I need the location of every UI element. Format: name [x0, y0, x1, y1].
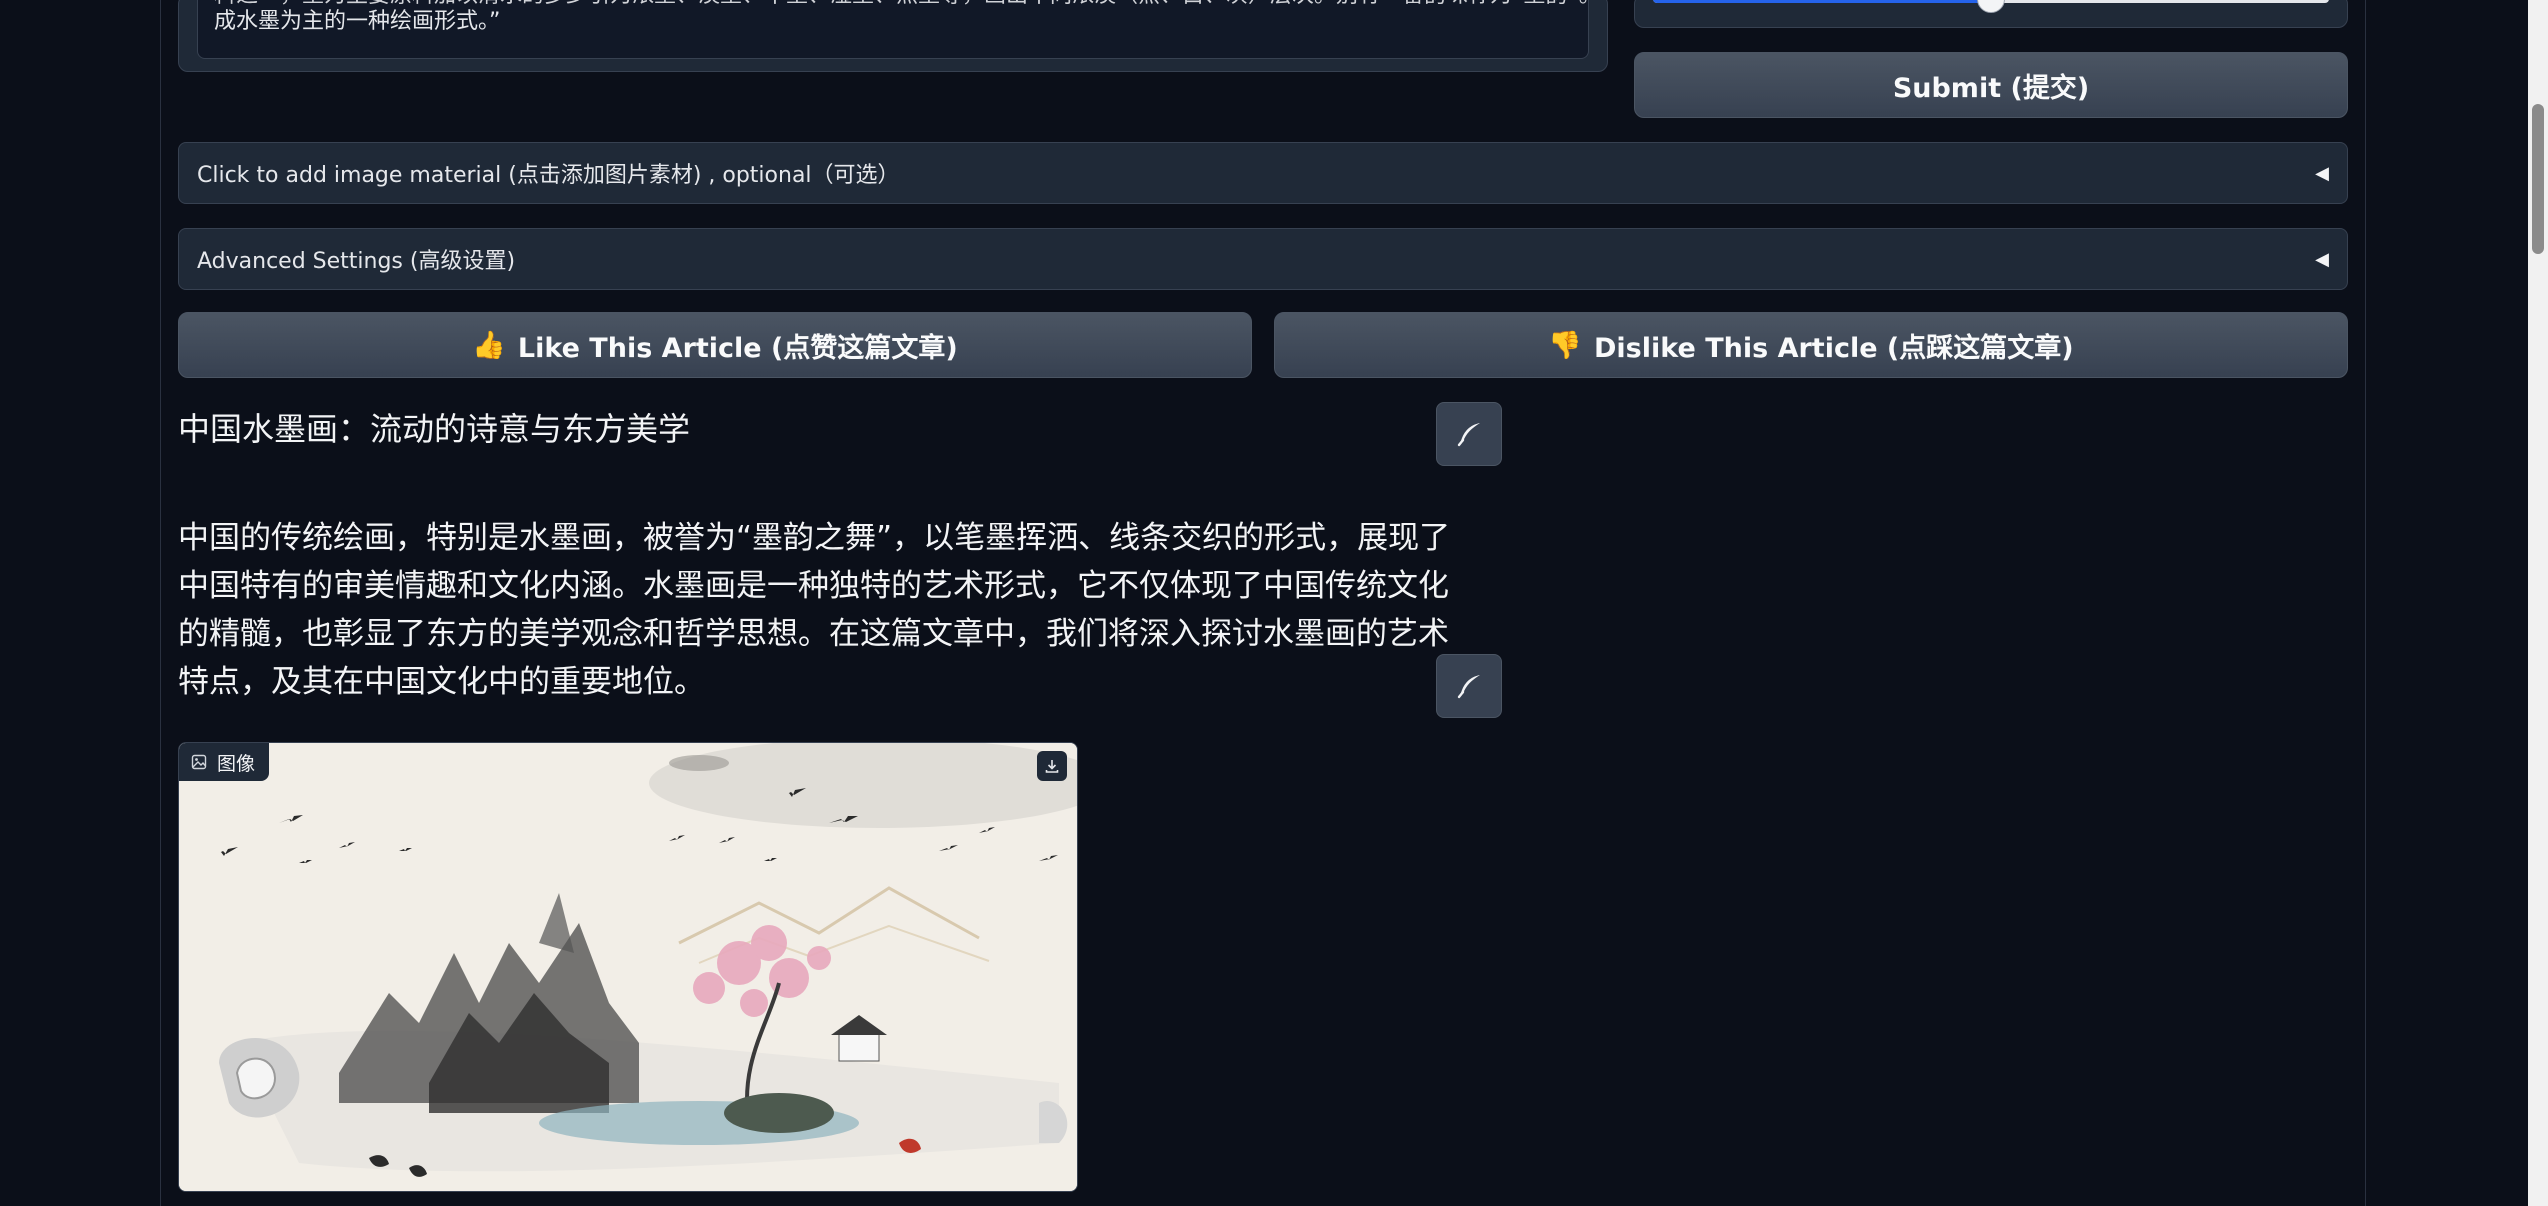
- prompt-textbox: 料之一，墨为主要原料加以清水的多少引为浓墨、淡墨、干墨、湿墨、焦墨等，画出不同浓…: [178, 0, 1608, 72]
- prompt-line-1: 料之一，墨为主要原料加以清水的多少引为浓墨、淡墨、干墨、湿墨、焦墨等，画出不同浓…: [214, 0, 1588, 9]
- page-scrollbar[interactable]: [2528, 0, 2548, 1206]
- slider-thumb[interactable]: [1977, 0, 2005, 13]
- collapse-arrow-icon: ◀: [2315, 248, 2329, 270]
- edit-title-button[interactable]: [1436, 402, 1502, 466]
- image-icon: [191, 754, 207, 770]
- slider-container: [1634, 0, 2348, 28]
- thumbs-down-icon: 👎: [1548, 330, 1583, 361]
- article-paragraph: 中国的传统绘画，特别是水墨画，被誉为“墨韵之舞”，以笔墨挥洒、线条交织的形式，展…: [178, 514, 1451, 706]
- slider-track[interactable]: [1653, 0, 2329, 13]
- generated-image-card: 图像: [178, 742, 1078, 1192]
- download-icon: [1045, 760, 1059, 773]
- like-label: Like This Article (点赞这篇文章): [517, 332, 958, 364]
- advanced-settings-accordion[interactable]: Advanced Settings (高级设置) ◀: [178, 228, 2348, 290]
- edit-paragraph-button[interactable]: [1436, 654, 1502, 718]
- image-label: 图像: [179, 743, 270, 781]
- advanced-settings-label: Advanced Settings (高级设置): [197, 249, 516, 274]
- slider-fill: [1653, 0, 1991, 3]
- image-material-accordion[interactable]: Click to add image material (点击添加图片素材) ,…: [178, 142, 2348, 204]
- quill-pen-icon: [1457, 675, 1480, 699]
- prompt-line-2: 成水墨为主的一种绘画形式。”: [214, 9, 501, 34]
- scrollbar-thumb[interactable]: [2532, 104, 2544, 254]
- collapse-arrow-icon: ◀: [2315, 162, 2329, 184]
- paragraph-line: 的精髓，也彰显了东方的美学观念和哲学思想。在这篇文章中，我们将深入探讨水墨画的艺…: [178, 616, 1449, 652]
- article-title: 中国水墨画：流动的诗意与东方美学: [178, 410, 691, 448]
- paragraph-line: 特点，及其在中国文化中的重要地位。: [178, 664, 705, 700]
- quill-pen-icon: [1457, 423, 1480, 447]
- dislike-label: Dislike This Article (点踩这篇文章): [1594, 332, 2074, 364]
- download-button[interactable]: [1037, 751, 1067, 781]
- paragraph-line: 中国特有的审美情趣和文化内涵。水墨画是一种独特的艺术形式，它不仅体现了中国传统文…: [178, 568, 1449, 604]
- ink-painting-image: [179, 743, 1077, 1191]
- image-label-text: 图像: [217, 752, 256, 775]
- image-material-label: Click to add image material (点击添加图片素材) ,…: [197, 163, 900, 188]
- prompt-textarea[interactable]: 料之一，墨为主要原料加以清水的多少引为浓墨、淡墨、干墨、湿墨、焦墨等，画出不同浓…: [197, 0, 1589, 59]
- submit-button[interactable]: Submit (提交): [1634, 52, 2348, 118]
- paragraph-line: 中国的传统绘画，特别是水墨画，被誉为“墨韵之舞”，以笔墨挥洒、线条交织的形式，展…: [178, 520, 1451, 556]
- thumbs-up-icon: 👍: [472, 330, 506, 361]
- dislike-button[interactable]: 👎 Dislike This Article (点踩这篇文章): [1274, 312, 2348, 378]
- like-button[interactable]: 👍 Like This Article (点赞这篇文章): [178, 312, 1252, 378]
